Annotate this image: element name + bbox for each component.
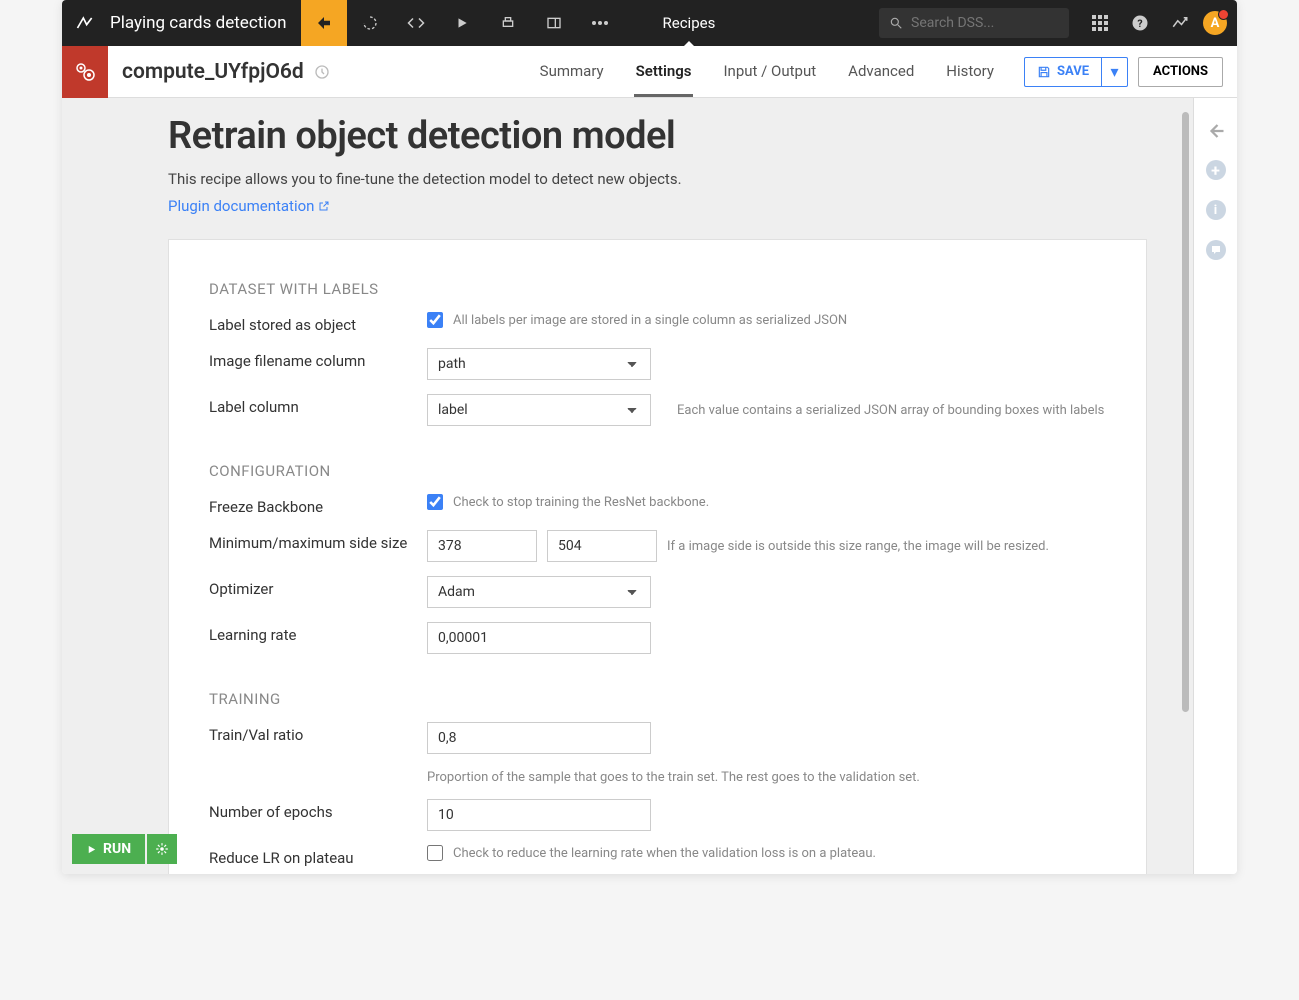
right-rail: + i — [1193, 98, 1237, 874]
optimizer-label: Optimizer — [209, 576, 427, 598]
image-filename-column-select[interactable]: path — [427, 348, 651, 380]
plugin-doc-link-label: Plugin documentation — [168, 197, 314, 215]
freeze-backbone-checkbox[interactable] — [427, 494, 443, 510]
label-column-select[interactable]: label — [427, 394, 651, 426]
label-stored-as-object-label: Label stored as object — [209, 312, 427, 334]
run-button-label: RUN — [103, 841, 131, 857]
more-icon[interactable] — [577, 0, 623, 46]
save-button[interactable]: SAVE — [1025, 58, 1101, 86]
back-arrow-icon[interactable] — [1207, 122, 1225, 140]
save-button-group: SAVE ▾ — [1024, 57, 1128, 87]
page-title: Retrain object detection model — [168, 114, 1147, 158]
save-dropdown[interactable]: ▾ — [1101, 58, 1127, 86]
flow-icon[interactable] — [301, 0, 347, 46]
tab-input-output[interactable]: Input / Output — [721, 46, 818, 97]
help-icon[interactable]: ? — [1123, 6, 1157, 40]
epochs-input[interactable] — [427, 799, 651, 831]
learning-rate-label: Learning rate — [209, 622, 427, 644]
side-size-help: If a image side is outside this size ran… — [667, 539, 1049, 554]
print-icon[interactable] — [485, 0, 531, 46]
play-icon[interactable] — [439, 0, 485, 46]
actions-button[interactable]: ACTIONS — [1138, 57, 1223, 87]
label-column-help: Each value contains a serialized JSON ar… — [677, 403, 1104, 418]
freeze-backbone-help: Check to stop training the ResNet backbo… — [453, 495, 709, 510]
run-button[interactable]: RUN — [72, 834, 145, 864]
user-avatar[interactable]: A — [1203, 11, 1227, 35]
image-filename-column-label: Image filename column — [209, 348, 427, 370]
page-subtitle: This recipe allows you to fine-tune the … — [168, 170, 1147, 188]
tab-settings[interactable]: Settings — [634, 46, 694, 97]
recipe-name: compute_UYfpjO6d — [122, 60, 304, 84]
save-icon — [1037, 65, 1051, 79]
train-val-ratio-label: Train/Val ratio — [209, 722, 427, 744]
main-content: Retrain object detection model This reci… — [62, 98, 1193, 874]
chat-bubble-icon[interactable] — [1206, 240, 1226, 260]
reduce-lr-help: Check to reduce the learning rate when t… — [453, 846, 876, 861]
optimizer-select[interactable]: Adam — [427, 576, 651, 608]
external-link-icon — [318, 200, 330, 212]
recipe-header: compute_UYfpjO6d Summary Settings Input … — [62, 46, 1237, 98]
settings-form: DATASET WITH LABELS Label stored as obje… — [168, 239, 1147, 874]
search-input[interactable] — [911, 15, 1041, 31]
max-side-input[interactable] — [547, 530, 657, 562]
label-column-label: Label column — [209, 394, 427, 416]
play-icon — [86, 844, 97, 855]
dataiku-logo-icon[interactable] — [62, 13, 108, 33]
run-settings-button[interactable] — [147, 834, 177, 864]
reduce-lr-checkbox[interactable] — [427, 845, 443, 861]
learning-rate-input[interactable] — [427, 622, 651, 654]
breadcrumb-recipes[interactable]: Recipes — [653, 0, 726, 46]
tab-summary[interactable]: Summary — [538, 46, 606, 97]
code-icon[interactable] — [393, 0, 439, 46]
train-val-ratio-help: Proportion of the sample that goes to th… — [427, 770, 920, 785]
plugin-doc-link[interactable]: Plugin documentation — [168, 197, 330, 215]
gear-icon — [155, 842, 169, 856]
label-stored-as-object-checkbox[interactable] — [427, 312, 443, 328]
svg-text:?: ? — [1137, 17, 1142, 30]
tab-history[interactable]: History — [944, 46, 996, 97]
save-button-label: SAVE — [1057, 64, 1089, 79]
section-dataset-title: DATASET WITH LABELS — [209, 280, 1106, 298]
label-stored-help: All labels per image are stored in a sin… — [453, 313, 847, 328]
tabs: Summary Settings Input / Output Advanced… — [538, 46, 996, 97]
run-strip: RUN — [72, 834, 177, 864]
epochs-label: Number of epochs — [209, 799, 427, 821]
freeze-backbone-label: Freeze Backbone — [209, 494, 427, 516]
tab-advanced[interactable]: Advanced — [846, 46, 916, 97]
top-nav: Playing cards detection Recipes — [62, 0, 1237, 46]
history-icon[interactable] — [314, 64, 330, 80]
recipe-type-icon — [62, 46, 108, 98]
reduce-lr-label: Reduce LR on plateau — [209, 845, 427, 867]
activity-icon[interactable] — [1163, 6, 1197, 40]
cycle-icon[interactable] — [347, 0, 393, 46]
layout-icon[interactable] — [531, 0, 577, 46]
min-side-input[interactable] — [427, 530, 537, 562]
search-box[interactable] — [879, 8, 1069, 38]
section-training-title: TRAINING — [209, 690, 1106, 708]
add-bubble-icon[interactable]: + — [1206, 160, 1226, 180]
scrollbar[interactable] — [1182, 112, 1189, 712]
side-size-label: Minimum/maximum side size — [209, 530, 427, 552]
info-bubble-icon[interactable]: i — [1206, 200, 1226, 220]
section-config-title: CONFIGURATION — [209, 462, 1106, 480]
project-name[interactable]: Playing cards detection — [108, 13, 301, 33]
train-val-ratio-input[interactable] — [427, 722, 651, 754]
apps-icon[interactable] — [1083, 6, 1117, 40]
search-icon — [889, 16, 903, 30]
